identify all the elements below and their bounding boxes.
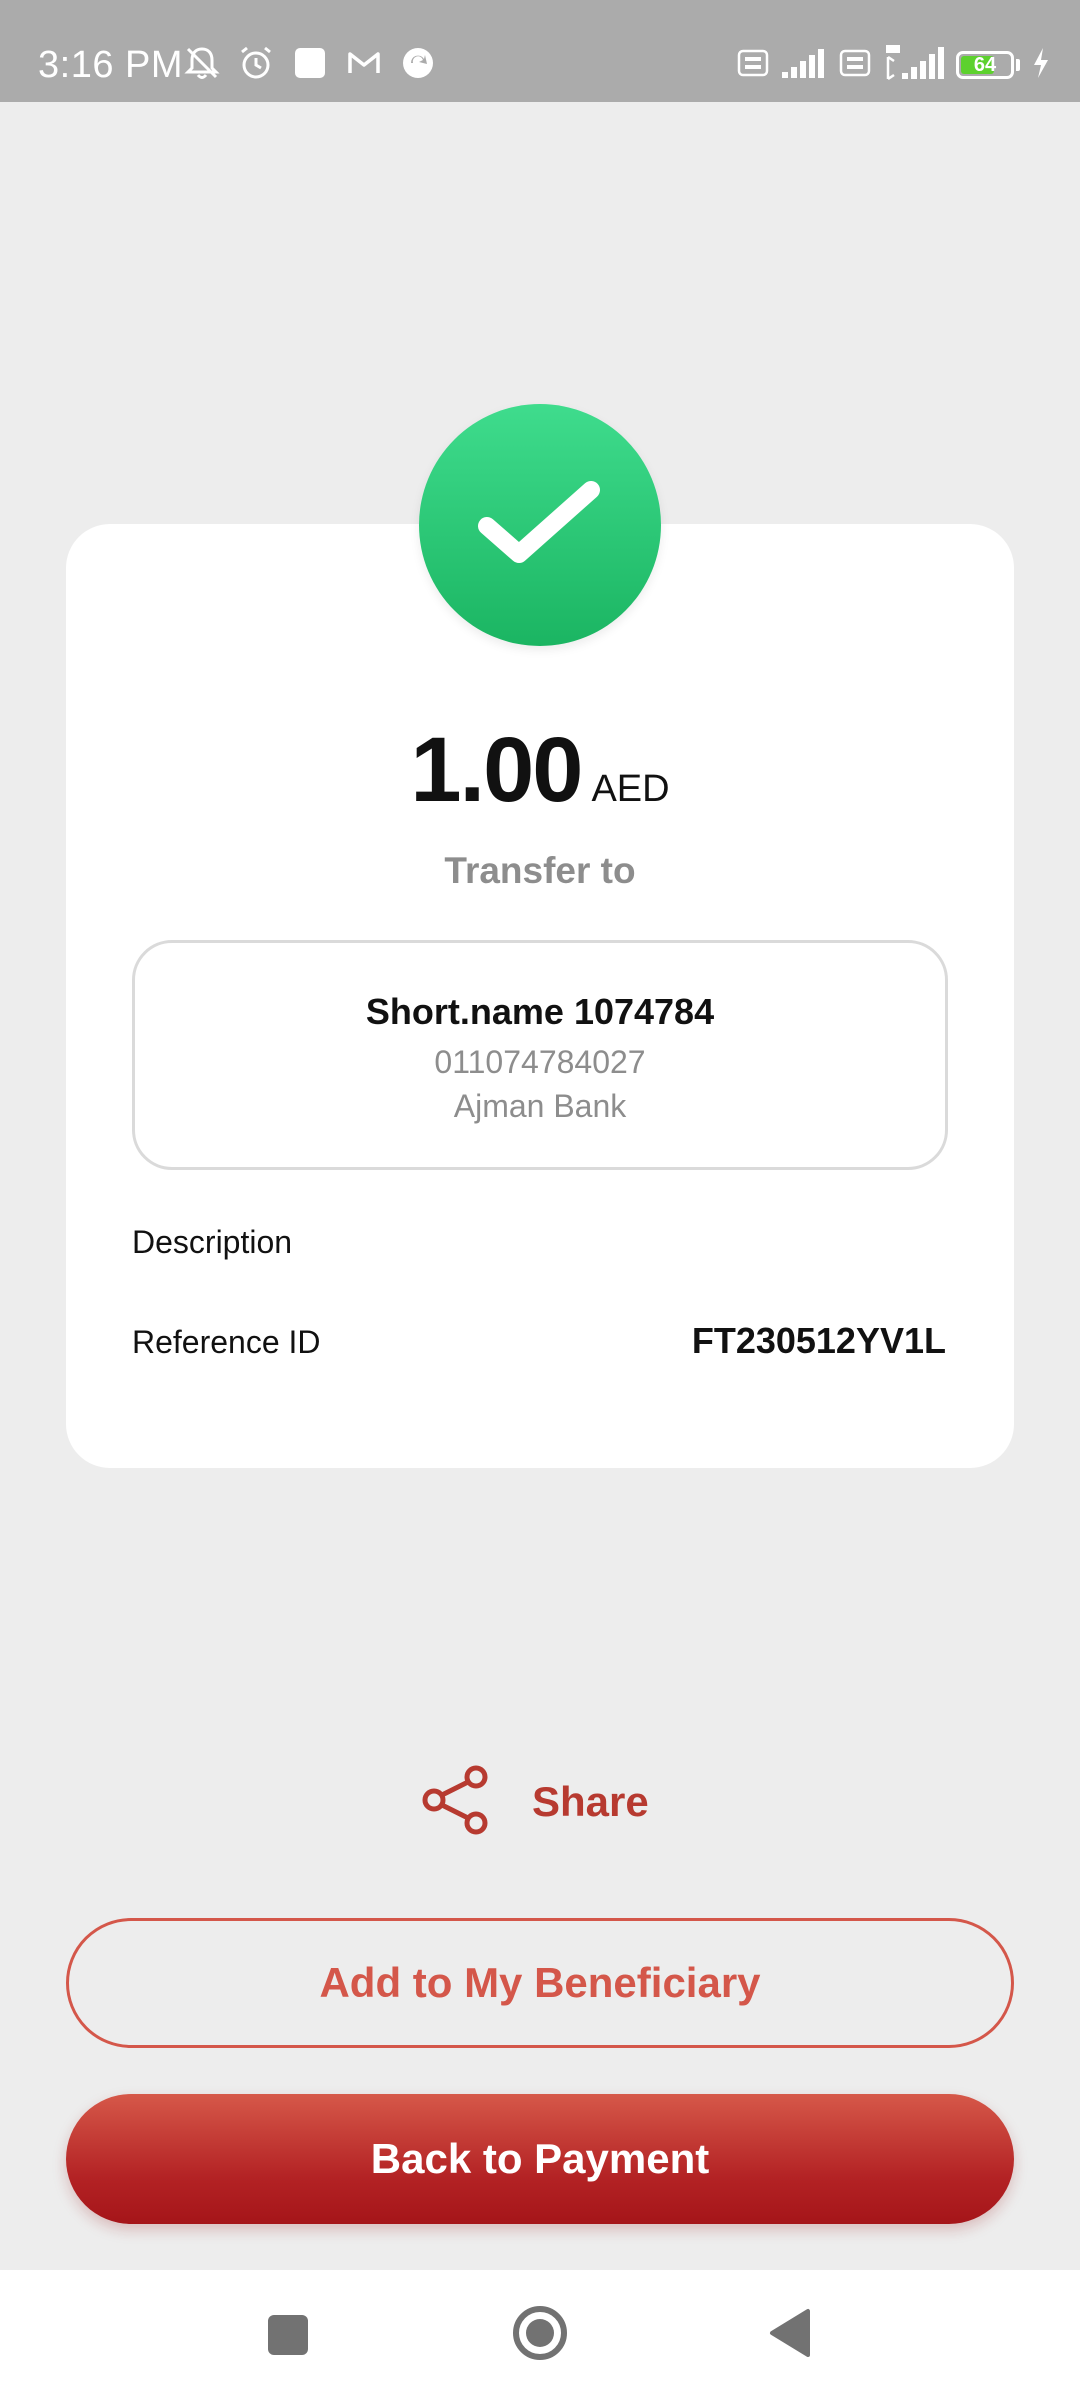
gmail-icon [344,43,384,88]
receipt-card: 1.00 AED Transfer to Short.name 1074784 0… [66,524,1014,1468]
volte-icon [736,46,770,85]
add-to-beneficiary-button[interactable]: Add to My Beneficiary [66,1918,1014,2048]
back-to-payment-button[interactable]: Back to Payment [66,2094,1014,2224]
status-time: 3:16 PM [38,44,184,86]
amount-row: 1.00 AED [66,718,1014,823]
mute-notifications-icon [182,43,222,88]
amount-currency: AED [591,768,670,810]
transfer-to-label: Transfer to [444,850,636,891]
beneficiary-account: 011074784027 [434,1044,646,1080]
share-button[interactable]: Share [420,1764,649,1841]
battery-level: 64 [973,54,997,76]
home-icon [510,2303,570,2368]
success-check-icon [419,404,661,646]
beneficiary-name: Short.name 1074784 [365,991,715,1032]
home-button[interactable] [480,2270,600,2400]
alarm-icon [236,43,276,88]
battery-icon: 64 [956,51,1014,79]
back-icon [766,2307,814,2364]
description-label: Description [132,1224,293,1260]
status-notification-icons [182,40,438,90]
reference-label: Reference ID [132,1324,321,1360]
back-button[interactable] [730,2270,850,2400]
4g-signal-icon [882,43,946,88]
app-square-icon [290,43,330,88]
amount-value: 1.00 [410,719,583,821]
status-bar: 3:16 PM 64 [0,0,1080,102]
recents-icon [268,2315,308,2355]
status-system-icons: 64 [736,40,1052,90]
sync-app-icon [398,43,438,88]
beneficiary-bank: Ajman Bank [453,1088,627,1124]
system-nav-bar [0,2270,1080,2400]
share-icon [420,1764,492,1841]
share-label: Share [532,1778,649,1825]
beneficiary-card: Short.name 1074784 011074784027 Ajman Ba… [132,940,948,1170]
reference-value: FT230512YV1L [691,1320,946,1361]
charging-icon [1030,46,1052,85]
recents-button[interactable] [228,2270,348,2400]
volte-icon [838,46,872,85]
signal-icon [780,46,828,85]
